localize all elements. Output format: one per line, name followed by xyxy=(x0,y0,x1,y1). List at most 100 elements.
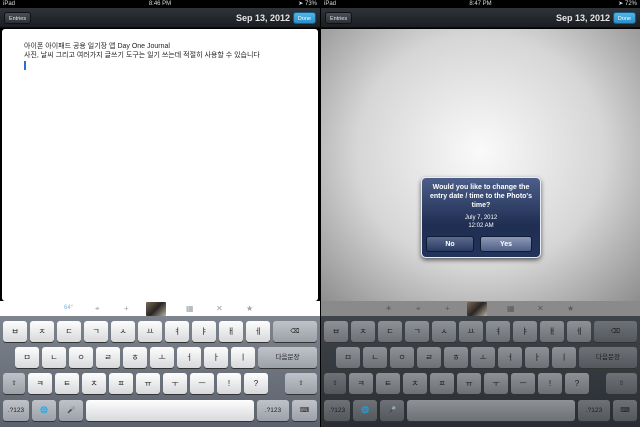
entry-editor[interactable]: 아이폰 아이패드 공용 일기장 앱 Day One Journal 사진, 날씨… xyxy=(2,29,318,301)
key[interactable]: ! xyxy=(538,373,562,394)
entry-date-title[interactable]: Sep 13, 2012 xyxy=(236,12,290,24)
done-button[interactable]: Done xyxy=(612,12,636,24)
key[interactable]: ㅌ xyxy=(55,373,79,394)
star-icon[interactable]: ★ xyxy=(246,303,253,314)
add-icon[interactable]: + xyxy=(124,303,129,314)
key[interactable]: ㅠ xyxy=(136,373,160,394)
weather-temperature[interactable]: 64° xyxy=(64,303,73,314)
entry-toolbar: ☀ ⌖ + ▦ ✕ ★ xyxy=(321,301,640,316)
key[interactable]: ㅁ xyxy=(15,347,39,368)
key[interactable]: ㅐ xyxy=(540,321,564,342)
done-button[interactable]: Done xyxy=(292,12,316,24)
key[interactable]: ㅐ xyxy=(219,321,243,342)
key[interactable]: ㅓ xyxy=(498,347,522,368)
key[interactable]: ! xyxy=(217,373,241,394)
key[interactable]: ㅎ xyxy=(123,347,147,368)
key[interactable]: ㅋ xyxy=(28,373,52,394)
shift-icon[interactable]: ⇧ xyxy=(606,373,637,394)
numbers-key[interactable]: .?123 xyxy=(324,400,350,421)
key[interactable]: ㅕ xyxy=(165,321,189,342)
key[interactable]: ㅂ xyxy=(324,321,348,342)
tag-icon[interactable]: ✕ xyxy=(216,303,223,314)
key[interactable]: ㄷ xyxy=(378,321,402,342)
key[interactable]: ㅇ xyxy=(390,347,414,368)
location-pin-icon[interactable]: ⌖ xyxy=(95,303,100,314)
key[interactable]: ㅑ xyxy=(513,321,537,342)
key[interactable]: ㅡ xyxy=(511,373,535,394)
key[interactable]: ㅊ xyxy=(82,373,106,394)
key[interactable]: ㅓ xyxy=(177,347,201,368)
calendar-icon[interactable]: ▦ xyxy=(507,303,515,314)
key[interactable]: ㅗ xyxy=(150,347,174,368)
key[interactable]: ㅂ xyxy=(3,321,27,342)
key[interactable]: ㅏ xyxy=(525,347,549,368)
entry-date-title[interactable]: Sep 13, 2012 xyxy=(556,12,610,24)
key[interactable]: ㅅ xyxy=(432,321,456,342)
key[interactable]: ㅜ xyxy=(484,373,508,394)
shift-icon[interactable]: ⇧ xyxy=(3,373,25,394)
add-icon[interactable]: + xyxy=(445,303,450,314)
key[interactable]: ㅛ xyxy=(138,321,162,342)
backspace-icon[interactable]: ⌫ xyxy=(594,321,637,342)
globe-icon[interactable]: 🌐 xyxy=(32,400,56,421)
space-bar[interactable] xyxy=(407,400,575,421)
yes-button[interactable]: Yes xyxy=(480,236,532,252)
entries-button[interactable]: Entries xyxy=(325,12,353,24)
microphone-icon[interactable]: 🎤 xyxy=(380,400,404,421)
return-key[interactable]: 다음문장 xyxy=(258,347,317,368)
key[interactable]: ㅍ xyxy=(430,373,454,394)
hide-keyboard-icon[interactable]: ⌨ xyxy=(292,400,317,421)
numbers-key[interactable]: .?123 xyxy=(578,400,610,421)
entries-button[interactable]: Entries xyxy=(4,12,32,24)
key[interactable]: ? xyxy=(565,373,589,394)
key[interactable]: ㅅ xyxy=(111,321,135,342)
key[interactable]: ㄹ xyxy=(417,347,441,368)
key[interactable]: ㄱ xyxy=(84,321,108,342)
key[interactable]: ㅎ xyxy=(444,347,468,368)
key[interactable]: ㅑ xyxy=(192,321,216,342)
key[interactable]: ㄹ xyxy=(96,347,120,368)
key[interactable]: ㄱ xyxy=(405,321,429,342)
key[interactable]: ㅍ xyxy=(109,373,133,394)
star-icon[interactable]: ★ xyxy=(567,303,574,314)
key[interactable]: ㅇ xyxy=(69,347,93,368)
key[interactable]: ㅜ xyxy=(163,373,187,394)
key[interactable]: ㅣ xyxy=(552,347,576,368)
key[interactable]: ㅋ xyxy=(349,373,373,394)
key[interactable]: ㅌ xyxy=(376,373,400,394)
calendar-icon[interactable]: ▦ xyxy=(186,303,194,314)
key[interactable]: ㅡ xyxy=(190,373,214,394)
location-pin-icon[interactable]: ⌖ xyxy=(416,303,421,314)
shift-icon[interactable]: ⇧ xyxy=(324,373,346,394)
key[interactable]: ㅛ xyxy=(459,321,483,342)
key[interactable]: ㅔ xyxy=(246,321,270,342)
globe-icon[interactable]: 🌐 xyxy=(353,400,377,421)
key[interactable]: ㅕ xyxy=(486,321,510,342)
numbers-key[interactable]: .?123 xyxy=(257,400,289,421)
key[interactable]: ㅈ xyxy=(351,321,375,342)
key[interactable]: ㄴ xyxy=(42,347,66,368)
hide-keyboard-icon[interactable]: ⌨ xyxy=(613,400,637,421)
photo-thumbnail[interactable] xyxy=(467,302,487,316)
key[interactable]: ㄷ xyxy=(57,321,81,342)
photo-thumbnail[interactable] xyxy=(146,302,166,316)
tag-icon[interactable]: ✕ xyxy=(537,303,544,314)
no-button[interactable]: No xyxy=(426,236,474,252)
key[interactable]: ? xyxy=(244,373,268,394)
shift-icon[interactable]: ⇧ xyxy=(285,373,317,394)
key[interactable]: ㄴ xyxy=(363,347,387,368)
weather-icon[interactable]: ☀ xyxy=(385,303,392,314)
return-key[interactable]: 다음문장 xyxy=(579,347,637,368)
key[interactable]: ㅊ xyxy=(403,373,427,394)
key[interactable]: ㅁ xyxy=(336,347,360,368)
backspace-icon[interactable]: ⌫ xyxy=(273,321,317,342)
key[interactable]: ㅗ xyxy=(471,347,495,368)
key[interactable]: ㅔ xyxy=(567,321,591,342)
key[interactable]: ㅣ xyxy=(231,347,255,368)
key[interactable]: ㅈ xyxy=(30,321,54,342)
microphone-icon[interactable]: 🎤 xyxy=(59,400,83,421)
numbers-key[interactable]: .?123 xyxy=(3,400,29,421)
key[interactable]: ㅠ xyxy=(457,373,481,394)
space-bar[interactable] xyxy=(86,400,254,421)
key[interactable]: ㅏ xyxy=(204,347,228,368)
